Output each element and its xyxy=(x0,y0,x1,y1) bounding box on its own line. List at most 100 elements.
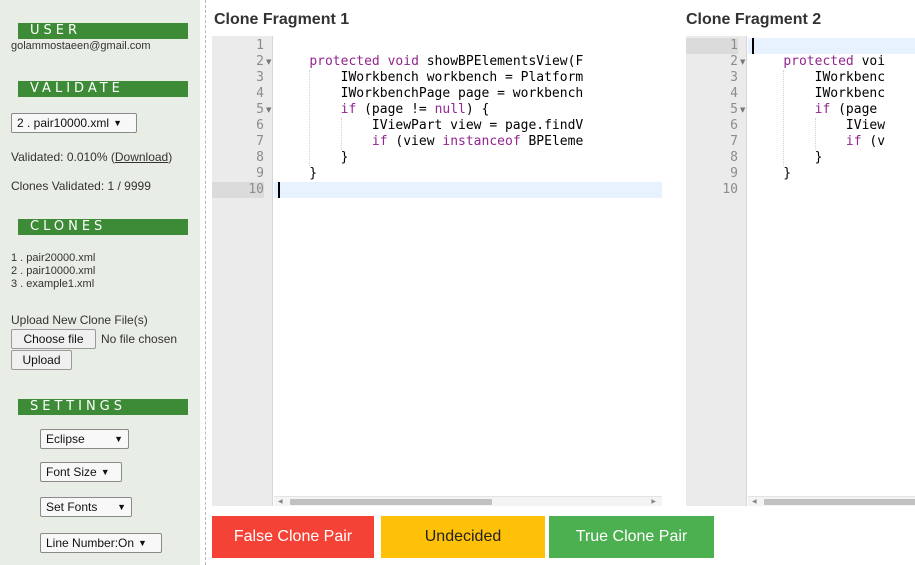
line-number-select[interactable]: Line Number:On ▼ xyxy=(40,533,162,553)
line-number: 10 xyxy=(212,182,264,198)
validated-percent-text: Validated: 0.010% (Download) xyxy=(11,150,172,164)
line-number: 7 xyxy=(730,134,738,149)
scroll-right-icon[interactable]: ▶ xyxy=(651,497,656,506)
validate-file-select-value: 2 . pair10000.xml xyxy=(17,116,110,130)
line-number: 9 xyxy=(256,166,264,181)
line-number: 5 xyxy=(730,102,738,117)
line-number: 2 xyxy=(730,54,738,69)
code-line: if (view instanceof BPEleme xyxy=(371,134,584,149)
code-line: protected voi xyxy=(783,54,886,69)
fold-arrow-icon[interactable]: ▼ xyxy=(266,102,273,118)
code-line: IWorkbenc xyxy=(752,70,886,85)
false-clone-pair-button[interactable]: False Clone Pair xyxy=(212,516,374,558)
line-number: 4 xyxy=(730,86,738,101)
line-number: 3 xyxy=(730,70,738,85)
clone-fragment-2-editor[interactable]: 1 2 ▼ 3 4 5 ▼ 6 7 8 9 10 protected voi IWorkbenc IW… xyxy=(686,36,915,506)
line-number: 9 xyxy=(730,166,738,181)
clone-file-item[interactable]: 3 . example1.xml xyxy=(11,278,95,291)
code-line: IWorkbench workbench = Platform xyxy=(278,70,584,85)
code-line: IWorkbenc xyxy=(752,86,886,101)
font-size-select-value: Font Size xyxy=(46,465,97,479)
true-clone-pair-button[interactable]: True Clone Pair xyxy=(549,516,714,558)
theme-select-value: Eclipse xyxy=(46,432,85,446)
user-email: golammostaeen@gmail.com xyxy=(11,40,151,52)
scrollbar-thumb[interactable] xyxy=(290,499,492,505)
clone-fragment-1-editor[interactable]: 1 2 ▼ 3 4 5 ▼ 6 7 8 9 10 protected void showBPEleme… xyxy=(212,36,662,506)
fold-arrow-icon[interactable]: ▼ xyxy=(740,102,747,118)
code-line: if (page xyxy=(814,102,886,117)
validated-label: Validated: 0.010% ( xyxy=(11,150,115,164)
current-line-highlight xyxy=(748,38,915,54)
font-size-select[interactable]: Font Size ▼ xyxy=(40,462,122,482)
clone-file-item[interactable]: 2 . pair10000.xml xyxy=(11,265,95,278)
upload-button[interactable]: Upload xyxy=(11,350,72,370)
code-line: } xyxy=(752,166,792,181)
horizontal-scrollbar[interactable]: ◀ xyxy=(748,496,915,506)
code-line: IWorkbenchPage page = workbench xyxy=(278,86,584,101)
line-number-gutter: 1 2 ▼ 3 4 5 ▼ 6 7 8 9 10 xyxy=(686,36,747,506)
font-family-select-value: Set Fonts xyxy=(46,500,98,514)
scroll-left-icon[interactable]: ◀ xyxy=(278,497,283,506)
validated-suffix: ) xyxy=(168,150,173,164)
clones-validated-text: Clones Validated: 1 / 9999 xyxy=(11,179,151,193)
triangle-down-icon: ▼ xyxy=(100,467,110,477)
code-area[interactable]: protected voi IWorkbenc IWorkbenc if (pa… xyxy=(748,36,915,506)
code-line: IView xyxy=(752,118,886,133)
line-number: 1 xyxy=(256,38,264,53)
indent-guide xyxy=(340,118,342,150)
indent-guide xyxy=(783,70,785,166)
horizontal-scrollbar[interactable]: ◀ ▶ xyxy=(274,496,662,506)
code-area[interactable]: protected void showBPElementsView(F IWor… xyxy=(274,36,662,506)
choose-file-button[interactable]: Choose file xyxy=(11,329,96,349)
line-number: 4 xyxy=(256,86,264,101)
line-number-select-value: Line Number:On xyxy=(46,536,135,550)
triangle-down-icon: ▼ xyxy=(113,118,122,128)
sidebar-divider xyxy=(205,0,206,565)
scrollbar-thumb[interactable] xyxy=(764,499,915,505)
fold-arrow-icon[interactable]: ▼ xyxy=(740,54,747,70)
settings-section-header: SETTINGS xyxy=(18,399,188,415)
line-number: 6 xyxy=(256,118,264,133)
indent-guide xyxy=(814,118,816,150)
validate-file-select[interactable]: 2 . pair10000.xml ▼ xyxy=(11,113,137,133)
line-number: 6 xyxy=(730,118,738,133)
line-number: 8 xyxy=(256,150,264,165)
clone-file-item[interactable]: 1 . pair20000.xml xyxy=(11,252,95,265)
clone-fragment-2-title: Clone Fragment 2 xyxy=(686,11,822,28)
clone-file-list: 1 . pair20000.xml 2 . pair10000.xml 3 . … xyxy=(11,252,95,291)
triangle-down-icon: ▼ xyxy=(114,434,123,444)
fold-arrow-icon[interactable]: ▼ xyxy=(266,54,273,70)
line-number: 7 xyxy=(256,134,264,149)
font-family-select[interactable]: Set Fonts ▼ xyxy=(40,497,132,517)
code-line: } xyxy=(278,150,349,165)
line-number: 2 xyxy=(256,54,264,69)
clones-section-header: CLONES xyxy=(18,219,188,235)
line-number: 1 xyxy=(686,38,738,54)
sidebar: USER golammostaeen@gmail.com VALIDATE 2 … xyxy=(0,0,200,565)
line-number: 8 xyxy=(730,150,738,165)
line-number-gutter: 1 2 ▼ 3 4 5 ▼ 6 7 8 9 10 xyxy=(212,36,273,506)
upload-label: Upload New Clone File(s) xyxy=(11,313,148,327)
text-caret xyxy=(752,38,754,54)
undecided-button[interactable]: Undecided xyxy=(381,516,545,558)
code-line: if (v xyxy=(845,134,886,149)
code-line: } xyxy=(278,166,318,181)
validate-section-header: VALIDATE xyxy=(18,81,188,97)
line-number: 5 xyxy=(256,102,264,117)
code-line: } xyxy=(752,150,823,165)
clone-fragment-1-title: Clone Fragment 1 xyxy=(214,11,350,28)
code-line: protected void showBPElementsView(F xyxy=(309,54,584,69)
code-line: IViewPart view = page.findV xyxy=(278,118,584,133)
theme-select[interactable]: Eclipse ▼ xyxy=(40,429,129,449)
download-link[interactable]: Download xyxy=(115,150,168,164)
current-line-highlight xyxy=(274,182,662,198)
line-number: 3 xyxy=(256,70,264,85)
text-caret xyxy=(278,182,280,198)
line-number: 10 xyxy=(722,182,738,197)
triangle-down-icon: ▼ xyxy=(117,502,126,512)
no-file-chosen-text: No file chosen xyxy=(101,332,178,346)
indent-guide xyxy=(309,70,311,166)
triangle-down-icon: ▼ xyxy=(138,538,147,548)
user-section-header: USER xyxy=(18,23,188,39)
scroll-left-icon[interactable]: ◀ xyxy=(752,497,757,506)
